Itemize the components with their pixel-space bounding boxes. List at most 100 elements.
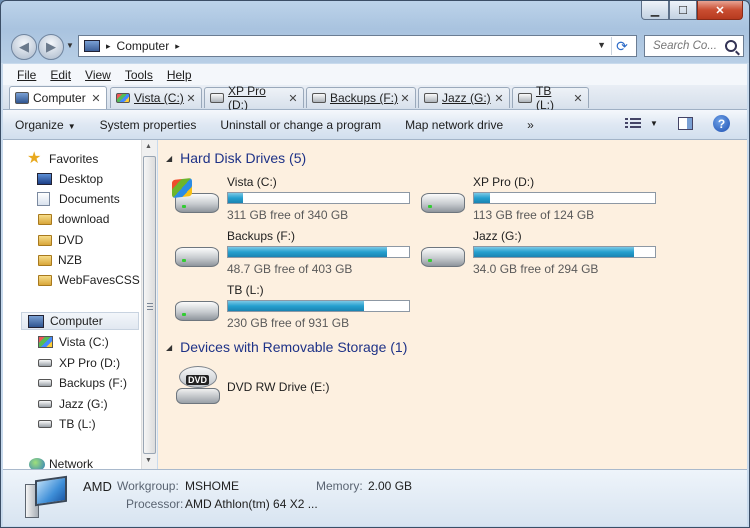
computer-icon bbox=[25, 475, 69, 520]
workgroup-value: MSHOME bbox=[185, 479, 239, 493]
breadcrumb-separator-icon[interactable]: ▸ bbox=[106, 41, 111, 52]
sidebar-item-jazz[interactable]: Jazz (G:) bbox=[38, 395, 108, 413]
more-commands-button[interactable]: » bbox=[515, 118, 546, 132]
memory-value: 2.00 GB bbox=[368, 479, 413, 493]
hard-drive-icon bbox=[421, 193, 465, 213]
hard-drive-icon bbox=[175, 301, 219, 321]
dvd-drive-name[interactable]: DVD RW Drive (E:) bbox=[227, 380, 329, 394]
navigation-pane: ★ Favorites Desktop Documents download D… bbox=[3, 140, 142, 469]
sidebar-item-backups[interactable]: Backups (F:) bbox=[38, 374, 127, 392]
monitor-icon bbox=[35, 475, 67, 507]
sidebar-item-dvd[interactable]: DVD bbox=[38, 231, 83, 249]
sidebar-item-documents[interactable]: Documents bbox=[37, 190, 120, 208]
tab-computer[interactable]: Computer ✕ bbox=[9, 86, 107, 109]
tab-jazz[interactable]: Jazz (G:) ✕ bbox=[418, 87, 510, 108]
desktop-icon bbox=[37, 173, 52, 185]
dvd-drive[interactable]: DVD bbox=[176, 366, 220, 406]
organize-button[interactable]: Organize ▼ bbox=[3, 118, 88, 132]
menu-bar: File Edit View Tools Help bbox=[3, 64, 747, 85]
tab-label: Computer bbox=[33, 91, 86, 105]
refresh-icon[interactable]: ⟳ bbox=[611, 37, 632, 55]
close-button[interactable]: ✕ bbox=[697, 1, 743, 20]
navigation-scrollbar[interactable]: ▲ ▼ bbox=[141, 140, 157, 469]
sidebar-item-xp-pro[interactable]: XP Pro (D:) bbox=[38, 354, 120, 372]
search-box[interactable] bbox=[644, 35, 744, 57]
window-controls: ▁ ☐ ✕ bbox=[641, 1, 743, 20]
scroll-up-icon[interactable]: ▲ bbox=[145, 143, 152, 150]
scrollbar-thumb[interactable] bbox=[143, 156, 156, 454]
sidebar-item-tb[interactable]: TB (L:) bbox=[38, 415, 96, 433]
tab-tb[interactable]: TB (L:) ✕ bbox=[512, 84, 589, 112]
system-properties-button[interactable]: System properties bbox=[88, 118, 209, 132]
back-button[interactable]: ◀ bbox=[11, 34, 37, 60]
group-header-removable[interactable]: ◢ Devices with Removable Storage (1) bbox=[166, 338, 407, 356]
tab-close-icon[interactable]: ✕ bbox=[492, 92, 506, 105]
tab-label: Vista (C:) bbox=[134, 91, 184, 105]
tab-close-icon[interactable]: ✕ bbox=[398, 92, 412, 105]
drive-vista[interactable]: Vista (C:) 311 GB free of 340 GB bbox=[172, 175, 415, 225]
folder-icon bbox=[38, 274, 52, 286]
change-view-icon[interactable] bbox=[625, 116, 641, 130]
tab-close-icon[interactable]: ✕ bbox=[184, 92, 198, 105]
sidebar-item-vista[interactable]: Vista (C:) bbox=[38, 333, 109, 351]
uninstall-program-button[interactable]: Uninstall or change a program bbox=[208, 118, 393, 132]
processor-value: AMD Athlon(tm) 64 X2 ... bbox=[185, 497, 318, 511]
sidebar-item-webfavescss[interactable]: WebFavesCSS bbox=[38, 271, 140, 289]
drive-free-space: 311 GB free of 340 GB bbox=[227, 208, 349, 222]
sidebar-item-desktop[interactable]: Desktop bbox=[37, 170, 103, 188]
drive-tb[interactable]: TB (L:) 230 GB free of 931 GB bbox=[175, 283, 415, 333]
collapse-icon[interactable]: ◢ bbox=[166, 154, 172, 163]
tab-xp-pro[interactable]: XP Pro (D:) ✕ bbox=[204, 84, 304, 112]
collapse-icon[interactable]: ◢ bbox=[166, 343, 172, 352]
group-header-hard-disks[interactable]: ◢ Hard Disk Drives (5) bbox=[166, 149, 306, 167]
breadcrumb-computer[interactable]: Computer bbox=[117, 39, 170, 53]
minimize-button[interactable]: ▁ bbox=[641, 1, 669, 20]
menu-tools[interactable]: Tools bbox=[125, 68, 153, 82]
drive-name: Backups (F:) bbox=[227, 229, 296, 243]
documents-icon bbox=[37, 192, 50, 206]
recent-pages-button[interactable]: ▼ bbox=[66, 41, 74, 50]
memory-label: Memory: bbox=[316, 479, 363, 493]
drive-icon bbox=[424, 93, 438, 103]
hard-drive-icon bbox=[175, 247, 219, 267]
scroll-down-icon[interactable]: ▼ bbox=[145, 457, 152, 464]
preview-pane-icon[interactable] bbox=[678, 117, 693, 130]
forward-button[interactable]: ▶ bbox=[38, 34, 64, 60]
drive-name: Jazz (G:) bbox=[473, 229, 522, 243]
breadcrumb-chevron-icon[interactable]: ▸ bbox=[175, 41, 180, 52]
maximize-button[interactable]: ☐ bbox=[669, 1, 697, 20]
help-icon[interactable]: ? bbox=[713, 115, 730, 132]
address-history-dropdown[interactable]: ▼ bbox=[597, 40, 606, 50]
sidebar-item-computer[interactable]: Computer bbox=[21, 312, 139, 330]
map-network-drive-button[interactable]: Map network drive bbox=[393, 118, 515, 132]
drive-xp-pro[interactable]: XP Pro (D:) 113 GB free of 124 GB bbox=[421, 175, 661, 225]
sidebar-item-favorites[interactable]: ★ Favorites bbox=[27, 150, 98, 168]
drive-backups[interactable]: Backups (F:) 48.7 GB free of 403 GB bbox=[175, 229, 415, 279]
tab-close-icon[interactable]: ✕ bbox=[89, 92, 103, 105]
search-icon[interactable] bbox=[725, 40, 737, 52]
tab-vista[interactable]: Vista (C:) ✕ bbox=[110, 87, 202, 108]
menu-edit[interactable]: Edit bbox=[50, 68, 71, 82]
windows-drive-icon bbox=[38, 336, 53, 348]
menu-help[interactable]: Help bbox=[167, 68, 192, 82]
sidebar-item-nzb[interactable]: NZB bbox=[38, 251, 82, 269]
menu-view[interactable]: View bbox=[85, 68, 111, 82]
drive-usage-fill bbox=[228, 247, 388, 257]
tab-bar: Computer ✕ Vista (C:) ✕ XP Pro (D:) ✕ Ba… bbox=[3, 84, 747, 112]
search-input[interactable] bbox=[651, 39, 729, 53]
sidebar-item-download[interactable]: download bbox=[38, 210, 109, 228]
menu-file[interactable]: File bbox=[17, 68, 36, 82]
view-options-dropdown[interactable]: ▼ bbox=[650, 119, 658, 128]
drive-icon bbox=[38, 420, 52, 428]
drive-icon bbox=[210, 93, 224, 103]
hard-drive-icon bbox=[421, 247, 465, 267]
tab-close-icon[interactable]: ✕ bbox=[571, 92, 585, 105]
optical-drive-icon bbox=[176, 388, 220, 404]
address-bar[interactable]: ▸ Computer ▸ ▼ ⟳ bbox=[78, 35, 637, 57]
star-icon: ★ bbox=[27, 150, 42, 167]
tab-close-icon[interactable]: ✕ bbox=[286, 92, 300, 105]
forward-arrow-icon: ▶ bbox=[46, 39, 56, 54]
tab-backups[interactable]: Backups (F:) ✕ bbox=[306, 87, 416, 108]
sidebar-item-network[interactable]: Network bbox=[29, 455, 93, 469]
drive-jazz[interactable]: Jazz (G:) 34.0 GB free of 294 GB bbox=[421, 229, 661, 279]
